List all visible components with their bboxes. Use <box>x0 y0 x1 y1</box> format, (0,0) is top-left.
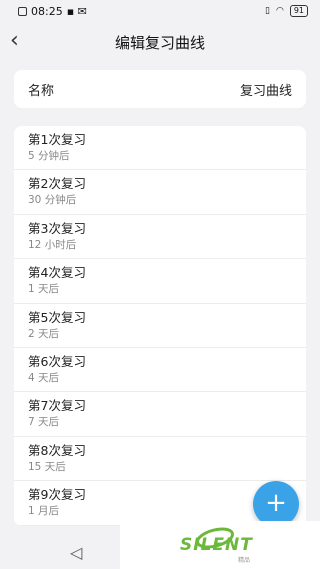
watermark-text: SILENT <box>180 535 253 555</box>
review-item[interactable]: 第4次复习 1 天后 <box>14 259 306 304</box>
review-interval: 7 天后 <box>28 416 60 429</box>
watermark-subtext: 精品 <box>238 557 251 564</box>
review-item[interactable]: 第8次复习 15 天后 <box>14 437 306 482</box>
vibrate-icon: ▯ <box>265 6 270 16</box>
review-title: 第3次复习 <box>28 220 86 236</box>
review-interval: 30 分钟后 <box>28 194 77 207</box>
sim-icon <box>18 6 27 16</box>
watermark-logo: SILENT 精品 <box>120 521 320 569</box>
review-title: 第5次复习 <box>28 309 86 325</box>
review-title: 第8次复习 <box>28 442 86 458</box>
review-item[interactable]: 第7次复习 7 天后 <box>14 392 306 437</box>
review-interval: 4 天后 <box>28 371 60 384</box>
name-value: 复习曲线 <box>239 83 292 99</box>
review-interval: 1 天后 <box>28 283 60 296</box>
name-label: 名称 <box>28 83 55 99</box>
battery-indicator: 91 <box>289 5 308 17</box>
status-time: 08:25 <box>31 4 63 18</box>
review-interval: 12 小时后 <box>28 238 77 251</box>
review-item[interactable]: 第3次复习 12 小时后 <box>14 215 306 260</box>
nav-bar: ‹ 编辑复习曲线 <box>0 22 320 62</box>
review-title: 第4次复习 <box>28 265 86 281</box>
status-bar: 08:25 ▪ ✉ ▯ ◠ 91 <box>0 0 320 22</box>
back-arrow-icon[interactable]: ‹ <box>10 30 19 52</box>
review-title: 第1次复习 <box>28 132 86 147</box>
review-item[interactable]: 第6次复习 4 天后 <box>14 348 306 393</box>
notification-icon: ▪ ✉ <box>66 4 87 18</box>
name-row[interactable]: 名称 复习曲线 <box>14 70 306 108</box>
review-item[interactable]: 第5次复习 2 天后 <box>14 304 306 348</box>
review-list: 第1次复习 5 分钟后 第2次复习 30 分钟后 第3次复习 12 小时后 第4… <box>14 126 306 526</box>
review-item[interactable]: 第2次复习 30 分钟后 <box>14 170 306 215</box>
review-interval: 2 天后 <box>28 327 60 340</box>
wifi-icon: ◠ <box>275 6 284 16</box>
review-title: 第6次复习 <box>28 353 86 369</box>
review-item[interactable]: 第1次复习 5 分钟后 <box>14 126 306 171</box>
review-title: 第2次复习 <box>28 176 86 192</box>
review-interval: 15 天后 <box>28 460 66 473</box>
review-interval: 5 分钟后 <box>28 150 70 162</box>
page-title: 编辑复习曲线 <box>114 33 205 52</box>
nav-back-icon[interactable]: ◁ <box>70 543 82 562</box>
review-title: 第7次复习 <box>28 398 86 414</box>
